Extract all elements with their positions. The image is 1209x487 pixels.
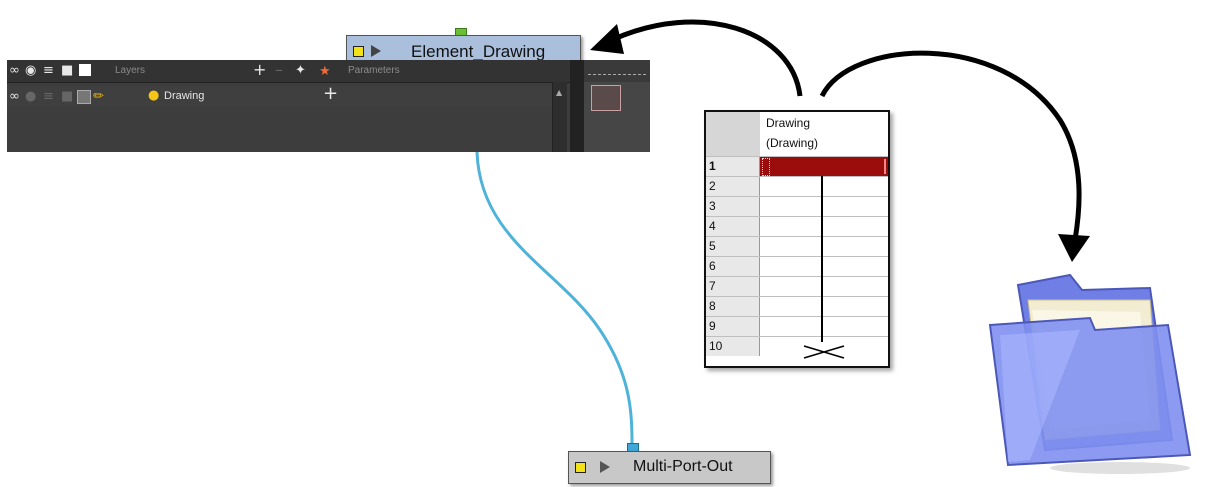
node-color-icon xyxy=(575,462,586,473)
remove-layer-icon[interactable]: – xyxy=(275,62,283,78)
xsheet: Drawing (Drawing) 1 2 3 4 5 6 7 8 9 10 xyxy=(704,110,890,368)
stack-toggle-icon[interactable]: ≡ xyxy=(43,90,54,103)
stack-icon[interactable]: ≡ xyxy=(43,64,54,77)
add-parameter-icon[interactable]: + xyxy=(323,85,338,103)
node-color-icon xyxy=(353,46,364,57)
visibility-toggle-icon[interactable]: ● xyxy=(25,90,36,103)
node-label: Multi-Port-Out xyxy=(633,458,733,475)
frame-area[interactable] xyxy=(584,82,650,152)
layer-row[interactable]: ∞ ● ≡ ■ ✏ ● Drawing + xyxy=(7,85,552,106)
play-icon xyxy=(371,45,381,57)
layer-color-swatch[interactable] xyxy=(77,90,91,104)
layer-name[interactable]: Drawing xyxy=(164,90,204,102)
arrow-to-folder-head xyxy=(1058,234,1090,262)
play-icon xyxy=(600,461,610,473)
timeline-splitter[interactable] xyxy=(570,60,584,152)
onion-skin-icon[interactable]: ∞ xyxy=(9,64,20,77)
folder-icon xyxy=(988,273,1192,474)
add-layer-icon[interactable]: + xyxy=(253,62,266,78)
pencil-icon: ✏ xyxy=(93,89,104,104)
color-swatch-icon[interactable] xyxy=(79,64,91,76)
lock-icon[interactable]: ■ xyxy=(61,64,73,77)
arrow-to-node-head xyxy=(590,24,624,54)
layers-header: Layers xyxy=(115,65,146,76)
scroll-up-icon[interactable]: ▲ xyxy=(556,88,562,97)
node-cable xyxy=(475,151,634,445)
add-drawing-icon[interactable]: ★ xyxy=(319,64,331,79)
timeline-header: ∞ ◉ ≡ ■ Layers + – ✦ ★ Parameters xyxy=(7,60,650,83)
timeline-panel: ∞ ◉ ≡ ■ Layers + – ✦ ★ Parameters ∞ ● ≡ … xyxy=(7,60,650,152)
onion-skin-toggle-icon[interactable]: ∞ xyxy=(9,90,20,103)
end-of-exposure-icon xyxy=(803,345,845,359)
drawing-layer-icon: ● xyxy=(148,88,160,103)
multi-port-out-node[interactable]: Multi-Port-Out xyxy=(568,451,771,484)
node-label: Element_Drawing xyxy=(411,42,546,61)
ruler-ticks xyxy=(588,74,646,78)
lock-toggle-icon[interactable]: ■ xyxy=(61,90,73,103)
visibility-icon[interactable]: ◉ xyxy=(25,64,36,77)
add-peg-icon[interactable]: ✦ xyxy=(295,64,306,77)
timeline-scrollbar[interactable]: ▲ xyxy=(552,82,567,152)
frame-ruler[interactable] xyxy=(584,60,650,82)
exposed-frame[interactable] xyxy=(591,85,621,111)
parameters-header: Parameters xyxy=(348,65,400,76)
